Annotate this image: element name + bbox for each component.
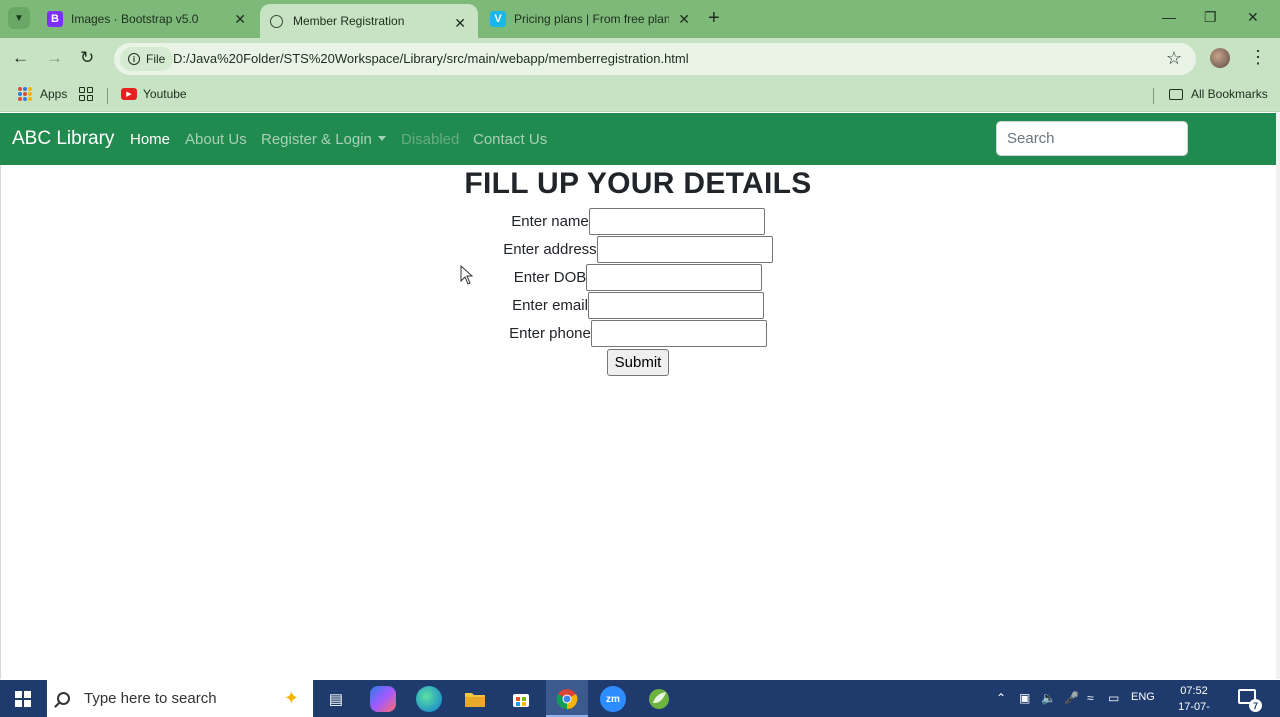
folder-icon [1169, 88, 1183, 100]
meet-now-icon[interactable]: ▣ [1019, 691, 1030, 705]
bookmark-star-icon[interactable]: ☆ [1166, 48, 1182, 69]
tab-groups-button[interactable] [79, 87, 93, 101]
name-row: Enter name [0, 208, 1276, 235]
start-button[interactable] [0, 680, 46, 717]
network-icon[interactable]: ≈ [1087, 691, 1094, 705]
reload-icon[interactable]: ↻ [80, 48, 94, 68]
nav-about-us[interactable]: About Us [185, 131, 247, 148]
dropdown-label: Register & Login [261, 131, 372, 148]
info-icon: i [128, 53, 140, 65]
site-info-chip[interactable]: i File [120, 47, 174, 71]
dob-input[interactable] [586, 264, 763, 291]
vimeo-icon: V [490, 11, 506, 27]
name-label: Enter name [511, 213, 589, 230]
bookmark-separator [107, 88, 108, 104]
zoom-app-icon[interactable]: zm [600, 686, 626, 712]
phone-row: Enter phone [0, 320, 1276, 347]
bookmark-label: Youtube [143, 87, 187, 101]
youtube-icon: ▶ [121, 88, 137, 100]
profile-avatar[interactable] [1210, 48, 1230, 68]
browser-tab-strip: ▼ B Images · Bootstrap v5.0 ✕ Member Reg… [0, 0, 1280, 38]
submit-button[interactable]: Submit [607, 349, 669, 376]
address-input[interactable] [596, 236, 773, 263]
taskbar-search-box[interactable]: Type here to search ✦ [47, 680, 313, 717]
chrome-icon[interactable] [554, 686, 580, 712]
navbar-brand[interactable]: ABC Library [12, 128, 114, 150]
nav-register-login-dropdown[interactable]: Register & Login [261, 131, 386, 148]
battery-icon[interactable]: ▭ [1108, 691, 1119, 705]
clock-date: 17-07-2025 [1178, 701, 1210, 713]
email-row: Enter email [0, 292, 1276, 319]
site-navbar: ABC Library Home About Us Register & Log… [0, 113, 1276, 165]
restore-icon[interactable]: ❐ [1204, 9, 1217, 26]
page-scrollbar[interactable] [1276, 113, 1280, 679]
system-clock[interactable]: 07:52 17-07-2025 [1166, 683, 1222, 717]
edge-browser-icon[interactable] [416, 686, 442, 712]
back-arrow-icon[interactable]: ← [12, 48, 29, 68]
task-view-icon[interactable]: ▤ [323, 686, 349, 712]
volume-icon[interactable]: 🔈 [1041, 691, 1056, 705]
minimize-icon[interactable]: — [1162, 9, 1176, 25]
close-tab-icon[interactable]: ✕ [234, 11, 246, 28]
browser-toolbar: ← → ↻ i File D:/Java%20Folder/STS%20Work… [0, 38, 1280, 80]
taskbar-search-text: Type here to search [84, 690, 217, 707]
tab-bootstrap-images[interactable]: B Images · Bootstrap v5.0 ✕ [38, 0, 258, 38]
page-title: FILL UP YOUR DETAILS [464, 167, 812, 200]
bookmark-label: All Bookmarks [1191, 87, 1268, 101]
bootstrap-icon: B [47, 11, 63, 27]
tab-pricing-plans[interactable]: V Pricing plans | From free plans t ✕ [480, 0, 700, 38]
sparkle-icon: ✦ [283, 688, 299, 708]
microsoft-store-icon[interactable] [508, 686, 534, 712]
dob-row: Enter DOB [0, 264, 1276, 291]
close-window-icon[interactable]: ✕ [1247, 9, 1259, 26]
windows-logo-icon [15, 690, 31, 707]
tab-search-menu-button[interactable]: ▼ [8, 7, 30, 29]
dob-label: Enter DOB [513, 269, 587, 286]
bookmarks-bar: Apps ▶ Youtube All Bookmarks [0, 80, 1280, 112]
address-bar[interactable]: i File D:/Java%20Folder/STS%20Workspace/… [114, 43, 1196, 75]
tab-groups-icon [79, 87, 93, 101]
address-label: Enter address [503, 241, 597, 258]
notification-count-badge: 7 [1249, 699, 1262, 712]
tab-member-registration[interactable]: Member Registration ✕ [260, 4, 478, 38]
show-hidden-icons-chevron[interactable]: ⌃ [996, 691, 1006, 705]
nav-contact-us[interactable]: Contact Us [473, 131, 547, 148]
microphone-icon[interactable]: 🎤 [1064, 691, 1079, 705]
close-tab-icon[interactable]: ✕ [454, 15, 466, 32]
url-text[interactable]: D:/Java%20Folder/STS%20Workspace/Library… [173, 51, 689, 66]
file-explorer-icon[interactable] [462, 686, 488, 712]
navbar-search-input[interactable] [996, 121, 1188, 156]
new-tab-button[interactable]: + [708, 8, 720, 28]
nav-home[interactable]: Home [130, 131, 170, 148]
windows-taskbar: Type here to search ✦ ▤ zm ⌃ ▣ 🔈 🎤 ≈ ▭ E… [0, 680, 1280, 717]
forward-arrow-icon[interactable]: → [46, 48, 63, 68]
mouse-cursor-icon [460, 265, 474, 285]
language-indicator[interactable]: ENG [1131, 691, 1155, 703]
bookmark-separator [1153, 88, 1154, 104]
nav-disabled: Disabled [401, 131, 460, 148]
bookmark-youtube[interactable]: ▶ Youtube [121, 87, 187, 101]
globe-icon [270, 14, 283, 28]
site-info-label: File [146, 52, 166, 66]
tab-title: Member Registration [293, 14, 405, 28]
name-input[interactable] [588, 208, 765, 235]
caret-down-icon [377, 136, 386, 141]
tab-title: Images · Bootstrap v5.0 [71, 12, 199, 26]
phone-label: Enter phone [509, 325, 591, 342]
spring-tool-suite-icon[interactable] [646, 686, 672, 712]
clock-time: 07:52 [1180, 685, 1208, 697]
close-tab-icon[interactable]: ✕ [678, 11, 690, 28]
address-row: Enter address [0, 236, 1276, 263]
copilot-icon[interactable] [370, 686, 396, 712]
apps-grid-icon [18, 87, 32, 101]
search-icon [57, 692, 70, 705]
bookmark-label: Apps [40, 87, 68, 101]
email-label: Enter email [512, 297, 588, 314]
email-input[interactable] [587, 292, 764, 319]
bookmark-apps[interactable]: Apps [18, 87, 67, 101]
all-bookmarks-button[interactable]: All Bookmarks [1169, 87, 1268, 101]
phone-input[interactable] [590, 320, 767, 347]
tab-title: Pricing plans | From free plans t [514, 12, 669, 26]
browser-menu-icon[interactable]: ⋮ [1249, 47, 1267, 68]
